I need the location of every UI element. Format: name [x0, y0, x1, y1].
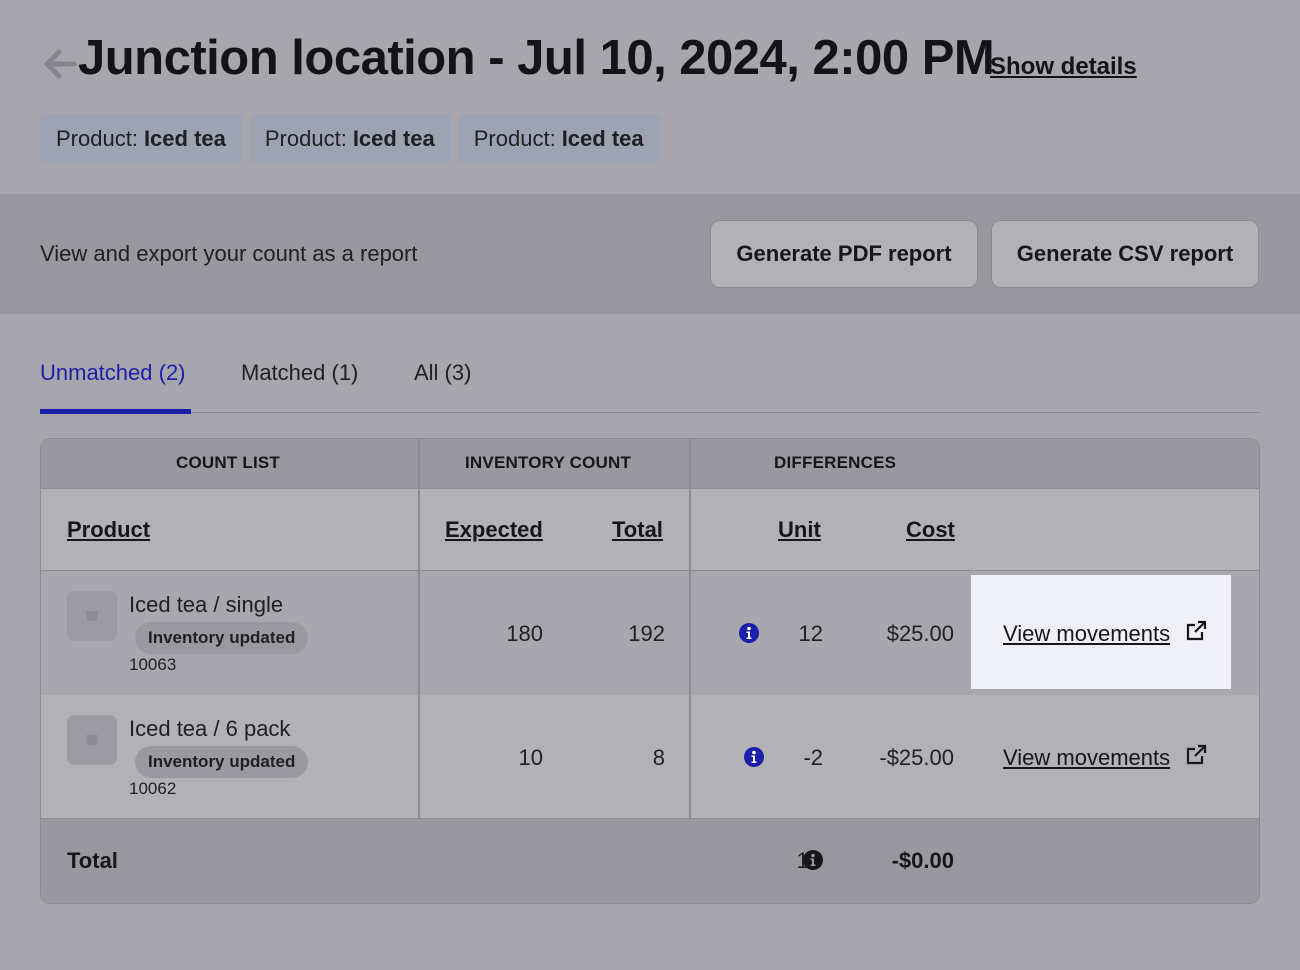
count-table: COUNT LIST INVENTORY COUNT DIFFERENCES P… — [40, 438, 1260, 904]
column-unit[interactable]: Unit — [778, 517, 821, 543]
product-name: Iced tea / 6 pack — [129, 716, 291, 741]
column-cost[interactable]: Cost — [906, 517, 955, 543]
table-group-header: COUNT LIST INVENTORY COUNT DIFFERENCES — [41, 439, 1259, 489]
tabs: Unmatched (2) Matched (1) All (3) — [40, 350, 1260, 414]
unit-difference: -2 — [803, 745, 823, 770]
page-header: Junction location - Jul 10, 2024, 2:00 P… — [40, 28, 1260, 98]
column-product[interactable]: Product — [67, 517, 150, 543]
product-filter-chip[interactable]: Product: Iced tea — [40, 114, 242, 163]
generate-csv-report-button[interactable]: Generate CSV report — [991, 220, 1259, 288]
product-name: Iced tea / single — [129, 592, 284, 617]
cost-difference: $25.00 — [886, 621, 954, 646]
export-description: View and export your count as a report — [40, 241, 418, 266]
product-filter-chip[interactable]: Product: Iced tea — [457, 114, 660, 163]
back-arrow-icon[interactable] — [40, 44, 80, 84]
table-row: Iced tea / 6 pack Inventory updated 1006… — [41, 695, 1259, 819]
product-sku: 10063 — [129, 655, 177, 674]
column-divider — [418, 439, 420, 819]
external-link-icon[interactable] — [1184, 619, 1208, 643]
tab-matched[interactable]: Matched (1) — [241, 360, 358, 386]
product-filter-chip[interactable]: Product: Iced tea — [248, 114, 451, 163]
unit-difference: 12 — [798, 621, 823, 646]
total-value: 192 — [628, 621, 665, 646]
chip-label: Product: — [264, 125, 347, 151]
product-thumbnail — [67, 591, 117, 641]
active-tab-indicator — [40, 409, 191, 414]
chip-label: Product: — [56, 125, 138, 151]
total-row: Total 10 -$0.00 — [41, 819, 1259, 903]
status-badge: Inventory updated — [135, 746, 309, 778]
export-bar: View and export your count as a report G… — [0, 194, 1300, 314]
product-placeholder-icon — [86, 735, 98, 745]
table-column-header: Product Expected Total Unit Cost — [41, 489, 1259, 571]
info-icon[interactable] — [803, 850, 823, 870]
column-total[interactable]: Total — [612, 517, 663, 543]
total-cost-difference: -$0.00 — [891, 848, 954, 873]
view-movements-link[interactable]: View movements — [1003, 621, 1170, 647]
generate-pdf-report-button[interactable]: Generate PDF report — [710, 220, 978, 288]
total-value: 8 — [652, 745, 665, 770]
group-differences: DIFFERENCES — [774, 453, 897, 472]
group-inventory-count: INVENTORY COUNT — [465, 453, 632, 472]
page-title: Junction location - Jul 10, 2024, 2:00 P… — [78, 31, 995, 85]
show-details-link[interactable]: Show details — [990, 53, 1137, 81]
column-divider — [689, 439, 691, 819]
expected-value: 180 — [506, 621, 543, 646]
tab-unmatched[interactable]: Unmatched (2) — [40, 360, 186, 386]
chip-value: Iced tea — [143, 125, 226, 151]
chip-label: Product: — [473, 125, 556, 151]
column-expected[interactable]: Expected — [445, 517, 543, 543]
chip-value: Iced tea — [561, 125, 644, 151]
tab-all[interactable]: All (3) — [414, 360, 471, 386]
total-label: Total — [67, 848, 118, 873]
info-icon[interactable] — [744, 747, 764, 767]
product-thumbnail — [67, 715, 117, 765]
filter-chips: Product: Iced tea Product: Iced tea Produc… — [40, 114, 660, 163]
product-placeholder-icon — [86, 611, 98, 621]
expected-value: 10 — [518, 745, 543, 770]
info-icon[interactable] — [739, 623, 759, 643]
product-sku: 10062 — [129, 779, 177, 798]
view-movements-link[interactable]: View movements — [1003, 745, 1170, 771]
cost-difference: -$25.00 — [879, 745, 954, 770]
external-link-icon[interactable] — [1184, 743, 1208, 767]
table-row: Iced tea / single Inventory updated 1006… — [41, 571, 1259, 695]
status-badge: Inventory updated — [135, 622, 309, 654]
group-count-list: COUNT LIST — [176, 453, 280, 472]
chip-value: Iced tea — [352, 125, 435, 151]
